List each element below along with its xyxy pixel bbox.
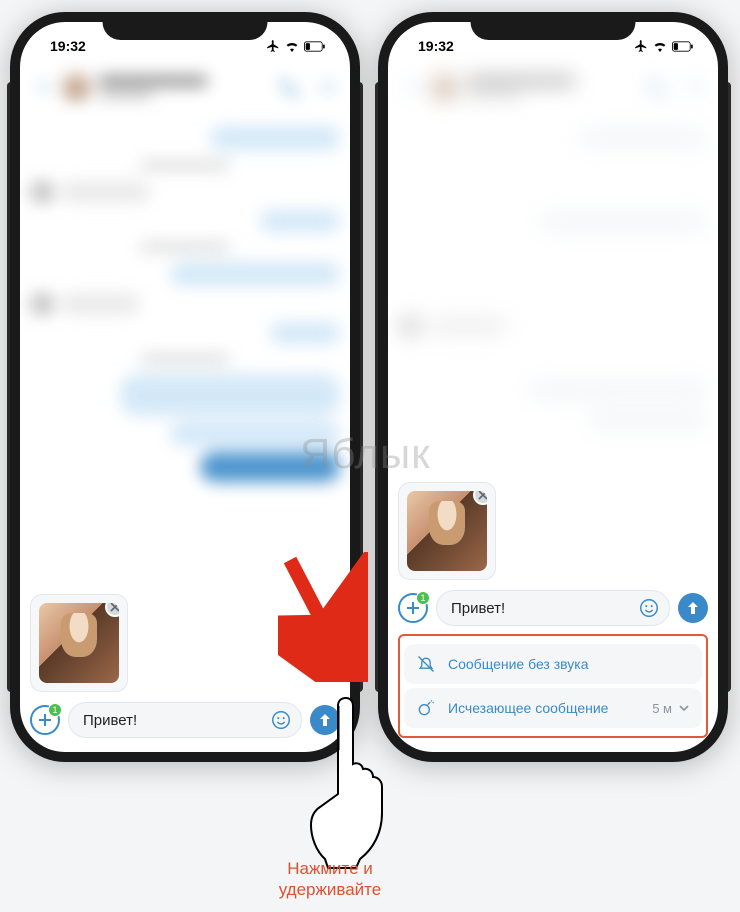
wifi-icon [652, 40, 668, 52]
arrow-up-icon [317, 712, 333, 728]
send-options-panel: Сообщение без звука Исчезающее сообщение… [398, 634, 708, 738]
emoji-button[interactable] [637, 596, 661, 620]
send-button[interactable] [310, 705, 340, 735]
attachment-preview [30, 594, 128, 692]
status-icons [266, 39, 326, 53]
remove-attachment-button[interactable] [473, 491, 487, 505]
add-attachment-button[interactable]: 1 [398, 593, 428, 623]
phone-mockup-left: 19:32 [10, 12, 360, 762]
message-input[interactable]: Привет! [436, 590, 670, 626]
caption-line1: Нажмите и [287, 859, 373, 878]
attachment-image [407, 491, 487, 571]
airplane-icon [266, 39, 280, 53]
status-time: 19:32 [50, 38, 86, 54]
silent-message-label: Сообщение без звука [448, 656, 589, 672]
bell-mute-icon [416, 654, 436, 674]
battery-icon [304, 41, 326, 52]
battery-icon [672, 41, 694, 52]
caption-line2: удерживайте [279, 880, 381, 899]
close-icon [478, 491, 487, 500]
phone-mockup-right: 19:32 [378, 12, 728, 762]
message-input-text: Привет! [83, 712, 263, 729]
chevron-down-icon [678, 702, 690, 714]
duration-value: 5 м [652, 701, 672, 716]
airplane-icon [634, 39, 648, 53]
smile-icon [270, 709, 292, 731]
screen-left: 19:32 [20, 22, 350, 752]
send-button[interactable] [678, 593, 708, 623]
attachment-image [39, 603, 119, 683]
notch [471, 12, 636, 40]
attachment-badge: 1 [416, 591, 430, 605]
arrow-up-icon [685, 600, 701, 616]
status-time: 19:32 [418, 38, 454, 54]
annotation-caption: Нажмите и удерживайте [250, 858, 410, 901]
disappearing-message-option[interactable]: Исчезающее сообщение 5 м [404, 688, 702, 728]
remove-attachment-button[interactable] [105, 603, 119, 617]
add-attachment-button[interactable]: 1 [30, 705, 60, 735]
duration-selector[interactable]: 5 м [652, 701, 690, 716]
wifi-icon [284, 40, 300, 52]
attachment-preview [398, 482, 496, 580]
smile-icon [638, 597, 660, 619]
silent-message-option[interactable]: Сообщение без звука [404, 644, 702, 684]
message-input-text: Привет! [451, 600, 631, 617]
disappearing-message-label: Исчезающее сообщение [448, 700, 608, 716]
attachment-badge: 1 [48, 703, 62, 717]
message-input[interactable]: Привет! [68, 702, 302, 738]
screen-right: 19:32 [388, 22, 718, 752]
bomb-icon [416, 698, 436, 718]
emoji-button[interactable] [269, 708, 293, 732]
composer-area: 1 Привет! Сообщение без [388, 482, 718, 738]
status-icons [634, 39, 694, 53]
notch [103, 12, 268, 40]
close-icon [110, 603, 119, 612]
composer-area: 1 Привет! [20, 594, 350, 738]
